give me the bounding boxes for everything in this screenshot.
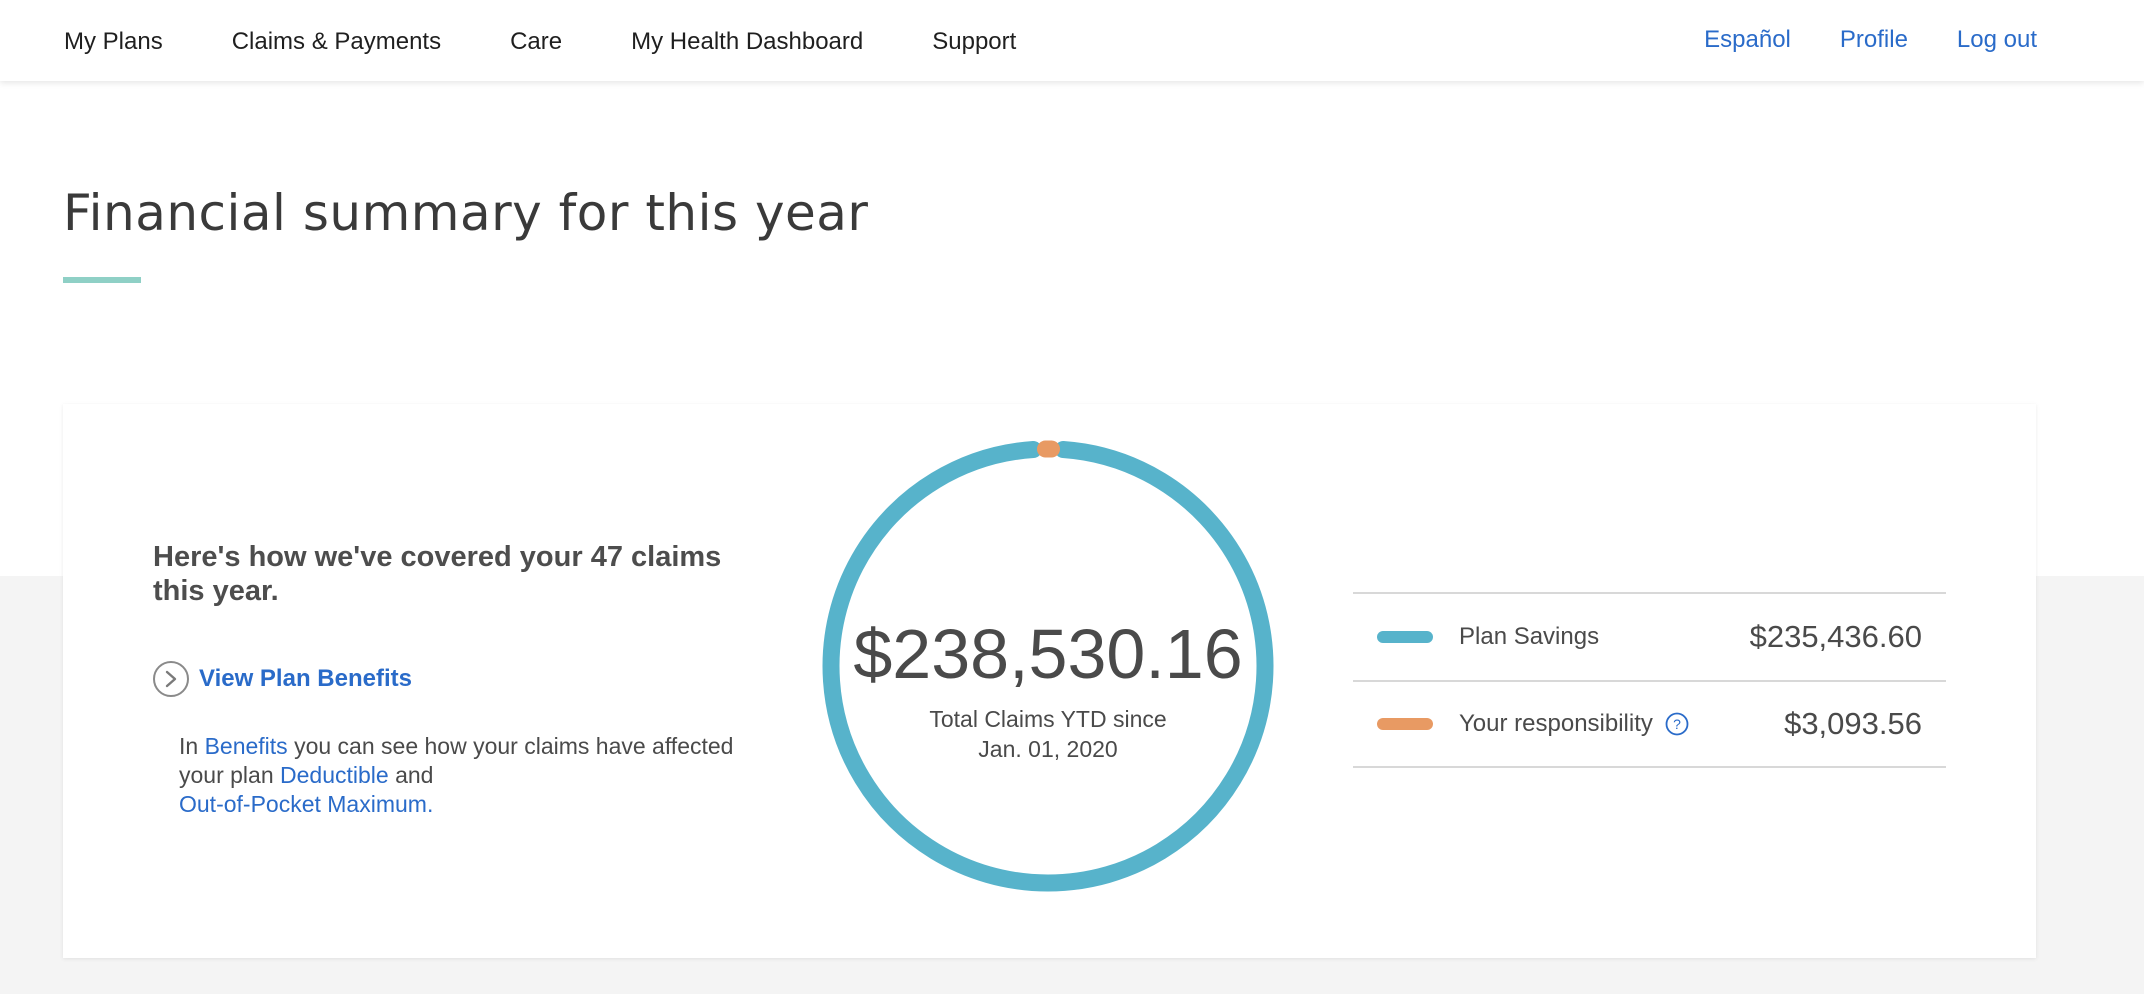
top-navigation: My Plans Claims & Payments Care My Healt… xyxy=(0,0,2144,81)
page-title: Financial summary for this year xyxy=(63,184,869,242)
responsibility-swatch xyxy=(1377,718,1433,730)
plan-savings-label: Plan Savings xyxy=(1459,623,1600,650)
benefits-description: In Benefits you can see how your claims … xyxy=(179,732,739,819)
desc-prefix: In xyxy=(179,733,205,759)
utility-nav: Español Profile Log out xyxy=(1655,24,2037,56)
total-claims-amount: $238,530.16 xyxy=(853,615,1243,693)
nav-my-health-dashboard[interactable]: My Health Dashboard xyxy=(631,26,863,58)
view-plan-benefits-link[interactable]: View Plan Benefits xyxy=(153,661,412,697)
chart-legend: Plan Savings $235,436.60 Your responsibi… xyxy=(1353,592,1946,768)
question-circle-icon[interactable]: ? xyxy=(1665,712,1689,736)
legend-row-plan-savings: Plan Savings $235,436.60 xyxy=(1353,592,1946,680)
view-plan-benefits-label: View Plan Benefits xyxy=(199,665,412,692)
financial-summary-card: Here's how we've covered your 47 claims … xyxy=(63,404,2036,958)
title-accent-rule xyxy=(63,277,141,283)
svg-text:?: ? xyxy=(1673,716,1681,732)
benefits-link[interactable]: Benefits xyxy=(205,733,288,759)
responsibility-value: $3,093.56 xyxy=(1784,706,1922,741)
main-nav: My Plans Claims & Payments Care My Healt… xyxy=(64,26,1085,58)
nav-care[interactable]: Care xyxy=(510,26,562,58)
desc-and: and xyxy=(388,762,434,788)
deductible-link[interactable]: Deductible xyxy=(280,762,389,788)
out-of-pocket-link[interactable]: Out-of-Pocket Maximum. xyxy=(179,791,433,817)
legend-row-your-responsibility: Your responsibility ? $3,093.56 xyxy=(1353,680,1946,768)
nav-my-plans[interactable]: My Plans xyxy=(64,26,163,58)
chevron-right-circle-icon xyxy=(153,661,189,697)
plan-savings-swatch xyxy=(1377,631,1433,643)
profile-link[interactable]: Profile xyxy=(1840,24,1908,56)
logout-link[interactable]: Log out xyxy=(1957,24,2037,56)
total-claims-label: Total Claims YTD since Jan. 01, 2020 xyxy=(822,704,1274,764)
language-link[interactable]: Español xyxy=(1704,24,1791,56)
total-claims-label-line2: Jan. 01, 2020 xyxy=(978,736,1118,762)
claims-headline: Here's how we've covered your 47 claims … xyxy=(153,541,722,607)
nav-support[interactable]: Support xyxy=(932,26,1016,58)
total-claims-label-line1: Total Claims YTD since xyxy=(929,706,1167,732)
nav-claims-payments[interactable]: Claims & Payments xyxy=(232,26,441,58)
responsibility-label: Your responsibility xyxy=(1459,710,1653,737)
plan-savings-value: $235,436.60 xyxy=(1749,619,1922,654)
